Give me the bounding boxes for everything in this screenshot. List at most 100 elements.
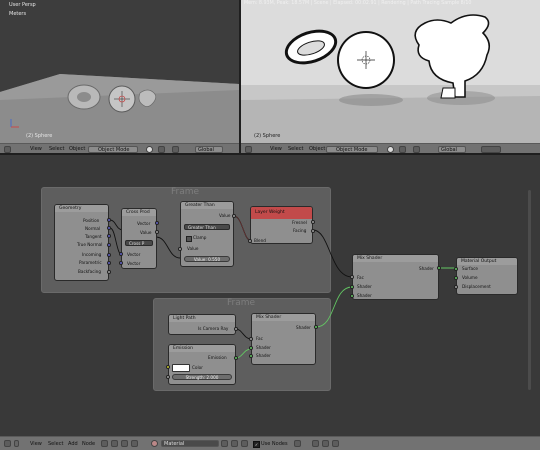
node-title: Emission	[169, 345, 235, 352]
emission-color-label: Color	[192, 365, 203, 370]
geometry-socket-tangent[interactable]	[107, 234, 111, 238]
backdrop-icon[interactable]	[294, 440, 301, 447]
material-name-field[interactable]: Material	[161, 440, 219, 447]
greater-socket-in[interactable]	[178, 247, 182, 251]
geometry-output-tangent: Tangent	[85, 234, 102, 239]
layer-input-blend: Blend	[254, 238, 266, 243]
geometry-output-incoming: Incoming	[82, 252, 102, 257]
mix1-socket-fac[interactable]	[350, 275, 354, 279]
node-menu[interactable]: Node	[82, 441, 95, 447]
light-path-output-camera-ray: Is Camera Ray	[198, 326, 229, 331]
snap-icon[interactable]	[312, 440, 319, 447]
emission-output: Emission	[208, 355, 227, 360]
mix1-socket-shader-1[interactable]	[350, 285, 354, 289]
output-input-volume: Volume	[462, 275, 478, 280]
add-material-icon[interactable]	[231, 440, 238, 447]
node-title: Material Output	[457, 258, 517, 265]
link-mix2-mix1	[315, 286, 353, 328]
cross-operation-dropdown[interactable]: Cross P	[125, 240, 153, 246]
line-style-icon[interactable]	[131, 440, 138, 447]
greater-operation-dropdown[interactable]: Greater Than	[184, 224, 230, 230]
mix2-input-shader-2: Shader	[256, 353, 271, 358]
layer-socket-facing[interactable]	[311, 229, 315, 233]
node-editor-header: View Select Add Node Material ✓ Use Node…	[0, 436, 540, 450]
node-title: Mix Shader	[353, 255, 438, 262]
node-title: Greater Than	[181, 202, 233, 209]
clamp-checkbox[interactable]	[186, 236, 192, 242]
world-type-icon[interactable]	[121, 440, 128, 447]
greater-value-field[interactable]: Value: 0.550	[184, 256, 230, 262]
material-icon[interactable]	[151, 440, 158, 447]
select-menu[interactable]: Select	[48, 441, 63, 447]
shader-type-icon[interactable]	[101, 440, 108, 447]
mix2-output-shader: Shader	[296, 325, 311, 330]
emission-color-swatch[interactable]	[172, 364, 190, 372]
layer-output-facing: Facing	[293, 228, 307, 233]
node-title: Mix Shader	[252, 314, 315, 321]
node-title: Light Path	[169, 315, 235, 322]
dropdown-arrow-icon[interactable]	[14, 440, 19, 447]
mix2-socket-shader-1[interactable]	[249, 346, 253, 350]
cross-input-vector-1: Vector	[127, 252, 141, 257]
greater-socket-out[interactable]	[232, 214, 236, 218]
layer-socket-blend[interactable]	[248, 239, 252, 243]
cross-socket-out-value[interactable]	[155, 230, 159, 234]
cross-socket-in-1[interactable]	[119, 252, 123, 256]
geometry-output-parametric: Parametric	[79, 260, 102, 265]
cross-output-vector: Vector	[137, 221, 151, 226]
geometry-socket-position[interactable]	[107, 218, 111, 222]
mix1-input-fac: Fac	[357, 275, 364, 280]
use-nodes-checkbox[interactable]: ✓	[253, 441, 260, 448]
geometry-socket-parametric[interactable]	[107, 261, 111, 265]
node-title: Cross Prod	[122, 209, 156, 216]
geometry-socket-true-normal[interactable]	[107, 243, 111, 247]
output-socket-volume[interactable]	[454, 276, 458, 280]
object-type-icon[interactable]	[111, 440, 118, 447]
output-input-displacement: Displacement	[462, 284, 491, 289]
unlink-icon[interactable]	[241, 440, 248, 447]
clamp-label: Clamp	[193, 235, 207, 240]
cross-output-value: Value	[140, 230, 152, 235]
mix2-socket-shader-2[interactable]	[249, 354, 253, 358]
geometry-socket-backfacing[interactable]	[107, 270, 111, 274]
link-cross-greater	[155, 236, 181, 259]
editor-type-icon[interactable]	[4, 440, 11, 447]
mix1-input-shader-1: Shader	[357, 284, 372, 289]
copy-icon[interactable]	[322, 440, 329, 447]
emission-socket-strength[interactable]	[166, 375, 170, 379]
geometry-socket-normal[interactable]	[107, 226, 111, 230]
mix1-socket-out[interactable]	[437, 266, 441, 270]
emission-socket-out[interactable]	[234, 356, 238, 360]
link-greater-layer	[233, 215, 251, 241]
add-menu[interactable]: Add	[68, 441, 78, 447]
layer-socket-fresnel[interactable]	[311, 220, 315, 224]
node-title: Layer Weight	[251, 207, 312, 219]
cross-input-vector-2: Vector	[127, 261, 141, 266]
geometry-socket-incoming[interactable]	[107, 253, 111, 257]
link-facing-mix	[312, 229, 353, 278]
greater-output-value: Value	[219, 213, 231, 218]
mix2-socket-out[interactable]	[314, 325, 318, 329]
view-menu[interactable]: View	[30, 441, 42, 447]
mix2-socket-fac[interactable]	[249, 337, 253, 341]
cross-socket-in-2[interactable]	[119, 261, 123, 265]
fake-user-icon[interactable]	[221, 440, 228, 447]
node-cross-product[interactable]: Cross Prod	[121, 208, 157, 269]
geometry-output-true-normal: True Normal	[77, 242, 103, 247]
mix2-input-fac: Fac	[256, 336, 263, 341]
mix2-input-shader-1: Shader	[256, 345, 271, 350]
geometry-output-backfacing: Backfacing	[78, 269, 101, 274]
output-socket-displacement[interactable]	[454, 285, 458, 289]
layer-output-fresnel: Fresnel	[292, 220, 307, 225]
emission-strength-field[interactable]: Strength: 2.000	[172, 374, 232, 380]
cross-socket-out-vector[interactable]	[155, 221, 159, 225]
paste-icon[interactable]	[332, 440, 339, 447]
emission-socket-color[interactable]	[166, 365, 170, 369]
light-path-socket-out[interactable]	[234, 327, 238, 331]
node-title: Geometry	[55, 205, 108, 212]
output-socket-surface[interactable]	[454, 267, 458, 271]
geometry-output-normal: Normal	[85, 226, 101, 231]
mix1-socket-shader-2[interactable]	[350, 294, 354, 298]
node-light-path[interactable]: Light Path	[168, 314, 236, 335]
mix1-input-shader-2: Shader	[357, 293, 372, 298]
